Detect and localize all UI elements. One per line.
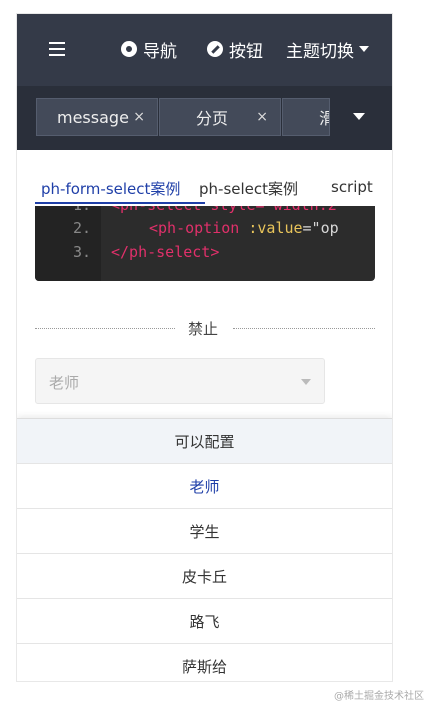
theme-label: 主题切换 — [286, 41, 354, 62]
code-rest: ="op — [302, 219, 339, 237]
line-number: 1. — [73, 206, 91, 214]
code-line: <ph-option :value="op — [149, 219, 339, 237]
tab-message[interactable]: message × — [36, 98, 158, 136]
example-tabs: ph-form-select案例 ph-select案例 script — [17, 150, 392, 206]
page-tabs-bar: message × 分页 × 滑 — [17, 86, 392, 150]
code-attr: :value — [239, 219, 303, 237]
active-tab-indicator — [35, 202, 205, 204]
menu-icon[interactable] — [49, 37, 65, 61]
picker-option[interactable]: 皮卡丘 — [17, 554, 392, 599]
code-tag: <ph-option — [149, 219, 240, 237]
divider-line — [233, 328, 375, 329]
tabs-more-icon[interactable] — [353, 113, 365, 120]
disabled-select: 老师 — [35, 358, 325, 404]
tab-slider[interactable]: 滑 — [282, 98, 330, 136]
close-icon[interactable]: × — [133, 109, 145, 125]
divider-line — [35, 328, 175, 329]
picker-option[interactable]: 萨斯给 — [17, 644, 392, 681]
button-menu-item[interactable]: 按钮 — [207, 37, 263, 62]
nav-menu-item[interactable]: 导航 — [121, 37, 177, 62]
tab-select-example[interactable]: ph-select案例 — [199, 178, 298, 199]
nav-label: 导航 — [143, 41, 177, 62]
compass-icon — [207, 41, 223, 57]
line-number: 3. — [73, 243, 92, 261]
picker-dropdown: 可以配置 老师 学生 皮卡丘 路飞 萨斯给 — [17, 418, 392, 681]
theme-switch-dropdown[interactable]: 主题切换 — [286, 37, 369, 62]
picker-option[interactable]: 学生 — [17, 509, 392, 554]
tab-script[interactable]: script — [331, 178, 373, 196]
picker-header: 可以配置 — [17, 419, 392, 464]
picker-option[interactable]: 路飞 — [17, 599, 392, 644]
tab-label: 滑 — [319, 105, 329, 129]
app-frame: 导航 按钮 主题切换 message × 分页 × 滑 ph-form-sele… — [17, 14, 392, 681]
code-block: 1. <ph-select style="width:2 2. <ph-opti… — [35, 206, 375, 281]
chrome-icon — [121, 41, 137, 57]
tab-label: message — [57, 107, 129, 127]
tab-pagination[interactable]: 分页 × — [159, 98, 281, 136]
line-number: 2. — [73, 219, 92, 237]
picker-option[interactable]: 老师 — [17, 464, 392, 509]
top-navbar: 导航 按钮 主题切换 — [17, 14, 392, 86]
tab-form-select-example[interactable]: ph-form-select案例 — [41, 178, 180, 199]
tab-label: 分页 — [196, 109, 229, 128]
code-line: <ph-select style="width:2 — [111, 206, 337, 214]
close-icon[interactable]: × — [256, 109, 268, 125]
hamburger-icon — [49, 42, 65, 56]
section-divider: 禁止 — [35, 318, 375, 338]
divider-label: 禁止 — [188, 320, 219, 338]
select-value: 老师 — [49, 374, 80, 392]
watermark: @稀土掘金技术社区 — [334, 691, 424, 702]
chevron-down-icon — [301, 379, 311, 385]
line-gutter — [35, 206, 101, 281]
code-line: </ph-select> — [111, 243, 220, 261]
button-label: 按钮 — [229, 41, 263, 62]
caret-down-icon — [359, 46, 369, 52]
